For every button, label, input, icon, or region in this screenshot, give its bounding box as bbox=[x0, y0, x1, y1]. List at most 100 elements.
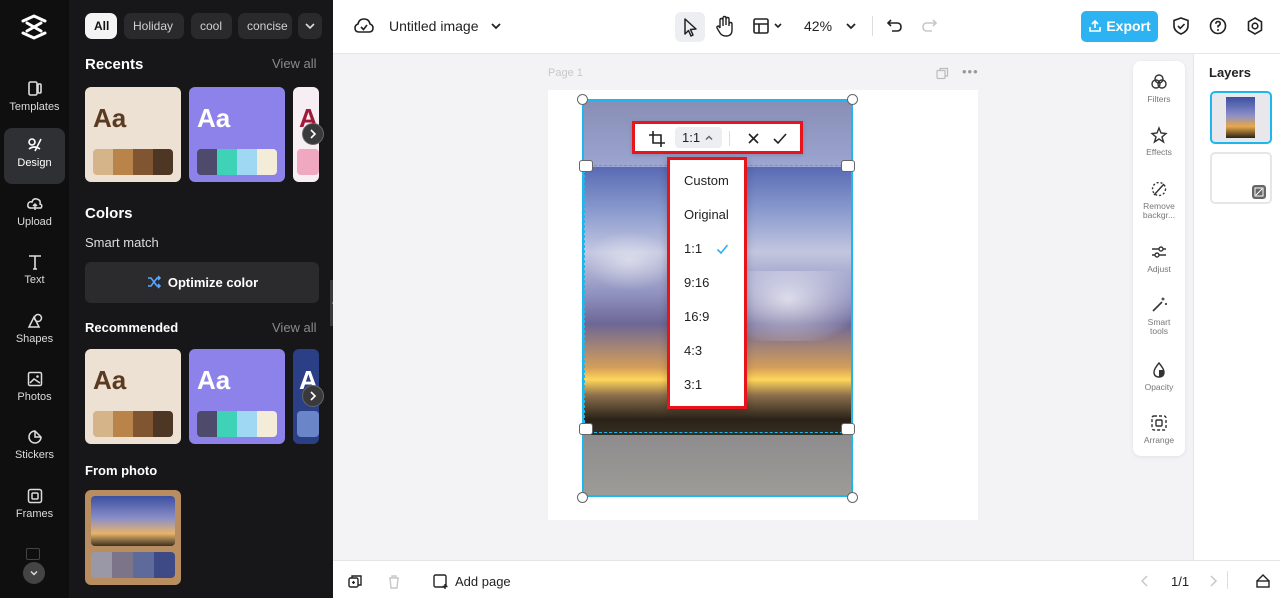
resize-handle[interactable] bbox=[847, 492, 858, 503]
adjust-tool[interactable]: Adjust bbox=[1133, 243, 1185, 274]
page-label: Page 1 bbox=[548, 67, 583, 79]
tool-label: Smart tools bbox=[1147, 317, 1171, 336]
palette-card[interactable]: Aa bbox=[189, 349, 285, 444]
rail-design[interactable]: Design bbox=[4, 128, 65, 184]
chip-all[interactable]: All bbox=[85, 13, 117, 39]
rail-templates[interactable]: Templates bbox=[4, 72, 65, 128]
help-icon[interactable] bbox=[1208, 16, 1228, 36]
ratio-select[interactable]: 1:1 bbox=[675, 127, 722, 148]
layer-thumbnail-image[interactable] bbox=[1210, 91, 1272, 144]
crop-handle[interactable] bbox=[841, 423, 855, 435]
remove-background-tool[interactable]: Remove backgr... bbox=[1133, 180, 1185, 220]
smart-tools-tool[interactable]: Smart tools bbox=[1133, 296, 1185, 336]
ratio-option-custom[interactable]: Custom bbox=[684, 173, 729, 188]
chip-cool[interactable]: cool bbox=[191, 13, 232, 39]
document-title[interactable]: Untitled image bbox=[389, 18, 479, 34]
arrange-tool[interactable]: Arrange bbox=[1133, 414, 1185, 445]
recents-next-button[interactable] bbox=[302, 123, 324, 145]
crop-dim-bottom bbox=[584, 435, 851, 495]
palette-card[interactable]: Aa bbox=[85, 87, 181, 182]
chevron-down-icon[interactable] bbox=[490, 20, 502, 32]
settings-icon[interactable] bbox=[1245, 16, 1265, 36]
recommended-title: Recommended bbox=[85, 320, 179, 335]
crop-icon[interactable] bbox=[648, 130, 666, 148]
layer-thumbnail-background[interactable] bbox=[1210, 152, 1272, 204]
palette-card[interactable]: Aa bbox=[85, 349, 181, 444]
pages-panel-icon[interactable] bbox=[1255, 573, 1271, 589]
palette-card[interactable]: Aa bbox=[189, 87, 285, 182]
chip-holiday[interactable]: Holiday bbox=[124, 13, 184, 39]
ratio-option-1-1[interactable]: 1:1 bbox=[684, 241, 702, 256]
swatches bbox=[197, 149, 277, 175]
filters-tool[interactable]: Filters bbox=[1133, 73, 1185, 104]
card-text: Aa bbox=[197, 103, 231, 133]
photo-thumbnail bbox=[91, 496, 175, 546]
ratio-option-9-16[interactable]: 9:16 bbox=[684, 275, 709, 290]
resize-handle[interactable] bbox=[847, 94, 858, 105]
crop-handle[interactable] bbox=[579, 160, 593, 172]
export-label: Export bbox=[1106, 18, 1151, 34]
photo-palette-card[interactable] bbox=[85, 490, 181, 585]
recommended-next-button[interactable] bbox=[302, 385, 324, 407]
export-icon bbox=[1089, 19, 1102, 32]
swatches bbox=[93, 149, 173, 175]
filters-icon bbox=[1151, 74, 1167, 89]
rail-label: Stickers bbox=[14, 449, 55, 461]
recommended-view-all-link[interactable]: View all bbox=[272, 320, 317, 335]
chevron-down-icon[interactable] bbox=[845, 20, 857, 32]
check-icon[interactable] bbox=[772, 131, 788, 146]
rail-frames[interactable]: Frames bbox=[4, 479, 65, 535]
chevron-down-icon[interactable] bbox=[773, 21, 783, 31]
ratio-option-4-3[interactable]: 4:3 bbox=[684, 343, 702, 358]
chevron-right-icon[interactable] bbox=[1208, 575, 1218, 587]
rail-upload[interactable]: Upload bbox=[4, 187, 65, 243]
check-icon bbox=[716, 244, 729, 255]
chevron-left-icon[interactable] bbox=[1140, 575, 1150, 587]
rail-photos[interactable]: Photos bbox=[4, 362, 65, 418]
background-layer-icon bbox=[1252, 185, 1266, 199]
ratio-option-original[interactable]: Original bbox=[684, 207, 729, 222]
expand-rail-button[interactable] bbox=[23, 562, 45, 584]
arrange-icon bbox=[1151, 415, 1167, 431]
redo-icon[interactable] bbox=[920, 17, 938, 35]
hand-tool-icon[interactable] bbox=[714, 15, 736, 39]
export-button[interactable]: Export bbox=[1081, 11, 1158, 42]
swatches bbox=[93, 411, 173, 437]
duplicate-page-icon[interactable] bbox=[936, 67, 949, 80]
rail-shapes[interactable]: Shapes bbox=[4, 304, 65, 360]
page-more-icon[interactable]: ••• bbox=[962, 64, 979, 79]
select-tool-button[interactable] bbox=[675, 12, 705, 42]
crop-handle[interactable] bbox=[841, 160, 855, 172]
effects-tool[interactable]: Effects bbox=[1133, 126, 1185, 157]
shield-icon[interactable] bbox=[1171, 16, 1191, 36]
rail-text[interactable]: Text bbox=[4, 245, 65, 301]
cloud-icon[interactable] bbox=[354, 17, 374, 35]
add-page-button[interactable]: Add page bbox=[455, 574, 511, 589]
undo-icon[interactable] bbox=[886, 17, 904, 35]
recents-view-all-link[interactable]: View all bbox=[272, 56, 317, 71]
resize-handle[interactable] bbox=[577, 94, 588, 105]
chips-dropdown-button[interactable] bbox=[298, 13, 322, 39]
zoom-level[interactable]: 42% bbox=[804, 18, 832, 34]
layout-icon[interactable] bbox=[752, 17, 770, 35]
trash-icon[interactable] bbox=[387, 574, 401, 589]
swatches bbox=[297, 149, 319, 175]
add-page-icon[interactable] bbox=[433, 574, 449, 590]
duplicate-icon[interactable] bbox=[348, 574, 363, 589]
chevron-right-icon bbox=[310, 391, 317, 401]
swatches bbox=[297, 411, 319, 437]
crop-handle[interactable] bbox=[579, 423, 593, 435]
rail-label: Shapes bbox=[15, 333, 54, 345]
rail-stickers[interactable]: Stickers bbox=[4, 420, 65, 476]
ratio-option-3-1[interactable]: 3:1 bbox=[684, 377, 702, 392]
optimize-color-label: Optimize color bbox=[167, 275, 259, 290]
capcut-logo[interactable] bbox=[20, 14, 48, 40]
photos-icon bbox=[27, 371, 42, 387]
rail-label: Photos bbox=[17, 391, 52, 403]
close-icon[interactable] bbox=[746, 131, 761, 146]
opacity-tool[interactable]: Opacity bbox=[1133, 361, 1185, 392]
resize-handle[interactable] bbox=[577, 492, 588, 503]
ratio-option-16-9[interactable]: 16:9 bbox=[684, 309, 709, 324]
chip-concise[interactable]: concise bbox=[238, 13, 292, 39]
optimize-color-button[interactable]: Optimize color bbox=[85, 262, 319, 303]
